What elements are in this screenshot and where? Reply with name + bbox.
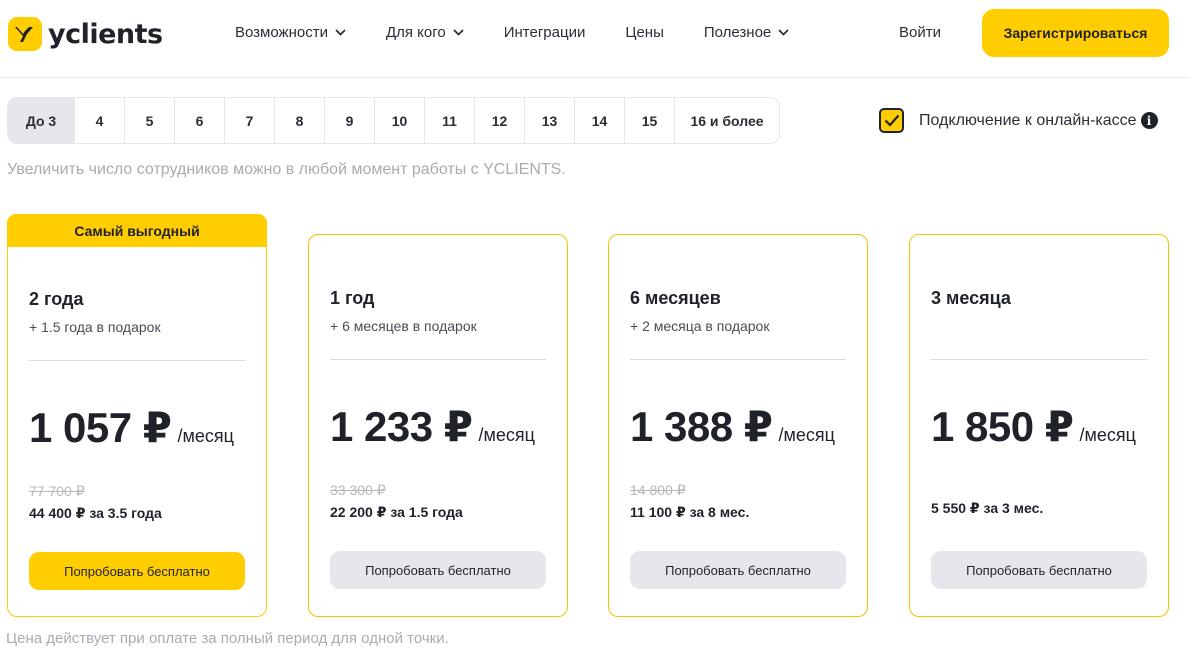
logo-text: yclients [48, 18, 163, 50]
nav-item-prices[interactable]: Цены [625, 24, 664, 41]
price-unit: /месяц [1079, 425, 1136, 445]
price-footnote: Цена действует при оплате за полный пери… [6, 630, 449, 647]
old-price: 14 800 ₽ [630, 482, 686, 498]
plan-card-2-years: Самый выгодный 2 года + 1.5 года в подар… [7, 214, 267, 617]
employees-option[interactable]: 5 [125, 98, 175, 143]
employees-option[interactable]: 14 [575, 98, 625, 143]
login-link[interactable]: Войти [899, 24, 941, 41]
try-free-button[interactable]: Попробовать бесплатно [330, 551, 546, 589]
employees-option[interactable]: 15 [625, 98, 675, 143]
employees-option[interactable]: 13 [525, 98, 575, 143]
plan-price: 1 850 ₽ /месяц [931, 402, 1136, 451]
plan-bonus: + 1.5 года в подарок [29, 319, 161, 335]
employees-count-selector: До 3 4 5 6 7 8 9 10 11 12 13 14 15 16 и … [7, 97, 780, 144]
try-free-button[interactable]: Попробовать бесплатно [29, 552, 245, 590]
price-unit: /месяц [778, 425, 835, 445]
old-price: 77 700 ₽ [29, 483, 85, 499]
plan-period: 6 месяцев [630, 288, 721, 308]
employees-option[interactable]: До 3 [8, 98, 75, 143]
price-value: 1 057 ₽ [29, 404, 172, 451]
nav-item-label: Для кого [385, 24, 446, 41]
employees-option[interactable]: 6 [175, 98, 225, 143]
nav-item-features[interactable]: Возможности [235, 24, 346, 41]
old-price: 33 300 ₽ [330, 482, 386, 498]
employees-hint: Увеличить число сотрудников можно в любо… [7, 161, 566, 178]
plan-total: 44 400 ₽ за 3.5 года [29, 505, 162, 521]
plan-bonus: + 6 месяцев в подарок [330, 318, 477, 334]
info-icon[interactable]: i [1140, 112, 1158, 129]
plan-card-6-months: 6 месяцев + 2 месяца в подарок 1 388 ₽ /… [608, 234, 868, 617]
nav-item-label: Полезное [703, 24, 772, 41]
site-header: yclients Возможности Для кого Интеграции… [0, 0, 1190, 78]
plan-price: 1 057 ₽ /месяц [29, 403, 234, 452]
plan-price: 1 388 ₽ /месяц [630, 402, 835, 451]
nav-item-useful[interactable]: Полезное [704, 24, 789, 41]
employees-option[interactable]: 16 и более [675, 98, 779, 143]
plan-period: 2 года [29, 289, 84, 309]
logo-icon [8, 17, 42, 51]
employees-option[interactable]: 7 [225, 98, 275, 143]
price-value: 1 850 ₽ [931, 403, 1074, 450]
plan-card-1-year: 1 год + 6 месяцев в подарок 1 233 ₽ /мес… [308, 234, 568, 617]
try-free-button[interactable]: Попробовать бесплатно [931, 551, 1147, 589]
divider [29, 360, 245, 361]
nav-item-for-whom[interactable]: Для кого [386, 24, 464, 41]
divider [630, 359, 846, 360]
nav-item-label: Цены [625, 24, 664, 41]
plan-price: 1 233 ₽ /месяц [330, 402, 535, 451]
divider [330, 359, 546, 360]
plan-period: 3 месяца [931, 288, 1011, 308]
divider [931, 359, 1147, 360]
nav-item-integrations[interactable]: Интеграции [504, 24, 586, 41]
try-free-button[interactable]: Попробовать бесплатно [630, 551, 846, 589]
logo[interactable]: yclients [8, 17, 163, 51]
online-kassa-toggle: Подключение к онлайн-кассе i [879, 108, 1158, 133]
employees-option[interactable]: 11 [425, 98, 475, 143]
plan-card-3-months: 3 месяца 1 850 ₽ /месяц 5 550 ₽ за 3 мес… [909, 234, 1169, 617]
chevron-down-icon [778, 29, 789, 36]
chevron-down-icon [335, 29, 346, 36]
register-button[interactable]: Зарегистрироваться [982, 9, 1169, 57]
check-icon [884, 114, 899, 127]
plan-total: 22 200 ₽ за 1.5 года [330, 504, 463, 520]
main-nav: Возможности Для кого Интеграции Цены Пол… [235, 24, 789, 41]
employees-option[interactable]: 12 [475, 98, 525, 143]
best-value-badge: Самый выгодный [7, 214, 267, 247]
nav-item-label: Интеграции [503, 24, 586, 41]
price-value: 1 233 ₽ [330, 403, 473, 450]
employees-option[interactable]: 10 [375, 98, 425, 143]
chevron-down-icon [453, 29, 464, 36]
employees-option[interactable]: 8 [275, 98, 325, 143]
kassa-checkbox[interactable] [879, 108, 904, 133]
plan-total: 11 100 ₽ за 8 мес. [630, 504, 750, 520]
plan-period: 1 год [330, 288, 375, 308]
nav-item-label: Возможности [235, 24, 328, 41]
employees-option[interactable]: 4 [75, 98, 125, 143]
plan-total: 5 550 ₽ за 3 мес. [931, 500, 1044, 516]
price-unit: /месяц [177, 426, 234, 446]
plan-bonus: + 2 месяца в подарок [630, 318, 770, 334]
price-value: 1 388 ₽ [630, 403, 773, 450]
price-unit: /месяц [478, 425, 535, 445]
kassa-label: Подключение к онлайн-кассе [919, 111, 1137, 129]
employees-option[interactable]: 9 [325, 98, 375, 143]
